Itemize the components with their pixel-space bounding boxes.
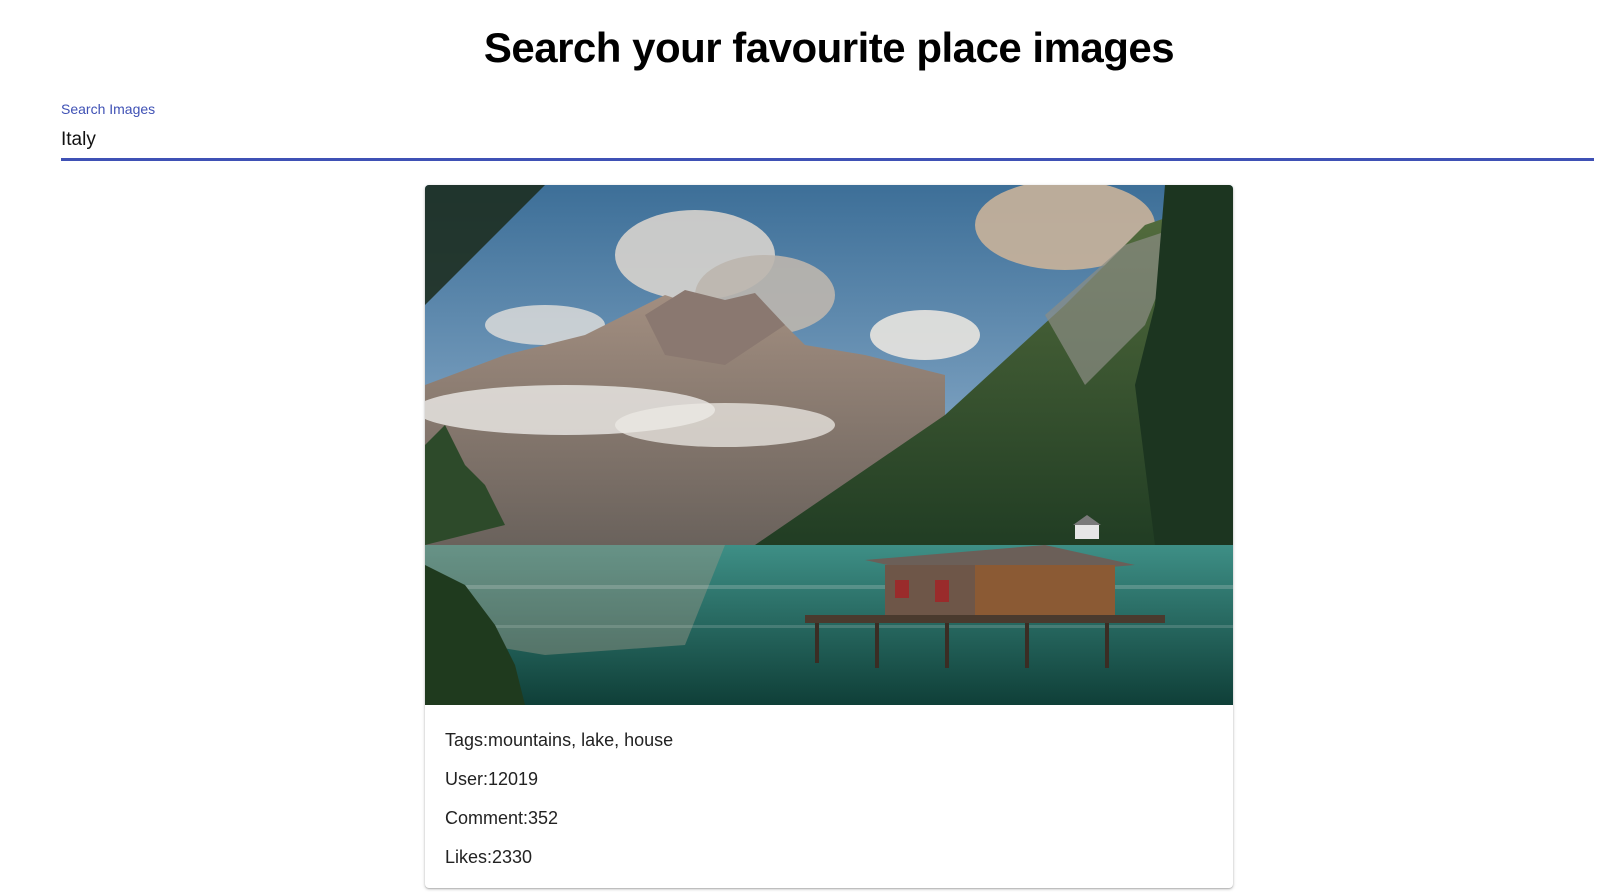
image-result-card[interactable]: Tags:mountains, lake, house User:12019 C… bbox=[425, 185, 1233, 888]
search-input[interactable] bbox=[61, 126, 1594, 154]
search-label: Search Images bbox=[61, 101, 156, 117]
search-field[interactable]: Search Images bbox=[61, 101, 1594, 163]
page-title: Search your favourite place images bbox=[483, 24, 1175, 71]
page: Search your favourite place images Searc… bbox=[0, 0, 1616, 892]
likes-text: Likes:2330 bbox=[445, 847, 533, 867]
card-image[interactable] bbox=[425, 185, 1233, 705]
tags-text: Tags:mountains, lake, house bbox=[445, 730, 674, 750]
landscape-photo-icon bbox=[425, 185, 1233, 705]
comment-text: Comment:352 bbox=[445, 808, 559, 828]
user-text: User:12019 bbox=[445, 769, 539, 789]
search-underline bbox=[61, 158, 1594, 161]
